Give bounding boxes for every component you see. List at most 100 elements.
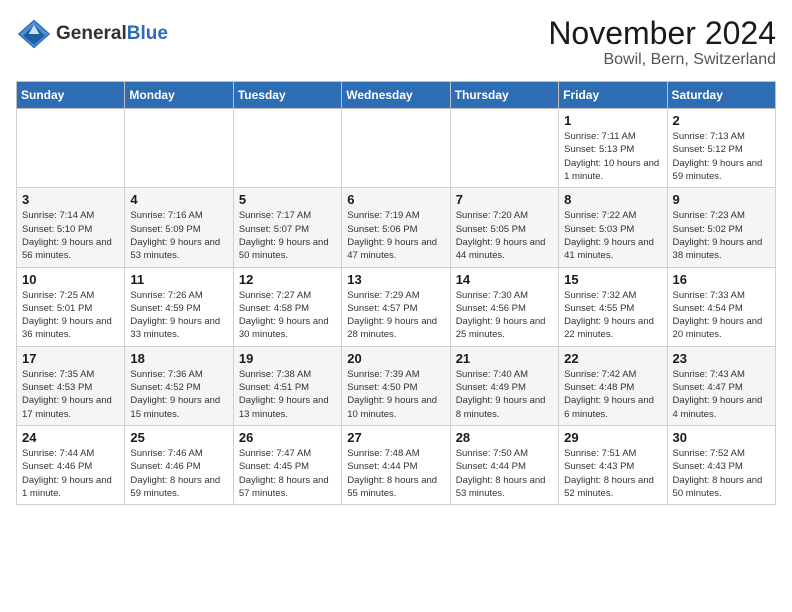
day-number: 21 bbox=[456, 351, 553, 366]
day-number: 4 bbox=[130, 192, 227, 207]
calendar-day-cell: 19 Sunrise: 7:38 AM Sunset: 4:51 PM Dayli… bbox=[233, 346, 341, 425]
logo-general: General bbox=[56, 23, 127, 44]
day-info: Sunrise: 7:29 AM Sunset: 4:57 PM Dayligh… bbox=[347, 289, 444, 342]
day-info: Sunrise: 7:46 AM Sunset: 4:46 PM Dayligh… bbox=[130, 447, 227, 500]
day-info: Sunrise: 7:19 AM Sunset: 5:06 PM Dayligh… bbox=[347, 209, 444, 262]
day-number: 29 bbox=[564, 430, 661, 445]
calendar-week-row: 24 Sunrise: 7:44 AM Sunset: 4:46 PM Dayli… bbox=[17, 425, 776, 504]
calendar-day-cell bbox=[17, 109, 125, 188]
day-number: 1 bbox=[564, 113, 661, 128]
calendar-day-cell: 20 Sunrise: 7:39 AM Sunset: 4:50 PM Dayli… bbox=[342, 346, 450, 425]
day-number: 8 bbox=[564, 192, 661, 207]
logo-blue: Blue bbox=[127, 23, 168, 44]
day-number: 20 bbox=[347, 351, 444, 366]
day-number: 27 bbox=[347, 430, 444, 445]
calendar-day-cell: 4 Sunrise: 7:16 AM Sunset: 5:09 PM Daylig… bbox=[125, 188, 233, 267]
day-info: Sunrise: 7:44 AM Sunset: 4:46 PM Dayligh… bbox=[22, 447, 119, 500]
calendar-day-cell: 8 Sunrise: 7:22 AM Sunset: 5:03 PM Daylig… bbox=[559, 188, 667, 267]
day-number: 2 bbox=[673, 113, 770, 128]
day-info: Sunrise: 7:42 AM Sunset: 4:48 PM Dayligh… bbox=[564, 368, 661, 421]
day-info: Sunrise: 7:48 AM Sunset: 4:44 PM Dayligh… bbox=[347, 447, 444, 500]
calendar-day-cell: 13Sunrise: 7:29 AM Sunset: 4:57 PM Dayli… bbox=[342, 267, 450, 346]
calendar-day-cell: 27 Sunrise: 7:48 AM Sunset: 4:44 PM Dayli… bbox=[342, 425, 450, 504]
day-info: Sunrise: 7:51 AM Sunset: 4:43 PM Dayligh… bbox=[564, 447, 661, 500]
day-info: Sunrise: 7:25 AM Sunset: 5:01 PM Dayligh… bbox=[22, 289, 119, 342]
day-info: Sunrise: 7:50 AM Sunset: 4:44 PM Dayligh… bbox=[456, 447, 553, 500]
weekday-header: Monday bbox=[125, 82, 233, 109]
day-info: Sunrise: 7:23 AM Sunset: 5:02 PM Dayligh… bbox=[673, 209, 770, 262]
day-info: Sunrise: 7:20 AM Sunset: 5:05 PM Dayligh… bbox=[456, 209, 553, 262]
weekday-header: Tuesday bbox=[233, 82, 341, 109]
day-info: Sunrise: 7:39 AM Sunset: 4:50 PM Dayligh… bbox=[347, 368, 444, 421]
day-info: Sunrise: 7:47 AM Sunset: 4:45 PM Dayligh… bbox=[239, 447, 336, 500]
day-number: 19 bbox=[239, 351, 336, 366]
calendar-day-cell: 7 Sunrise: 7:20 AM Sunset: 5:05 PM Daylig… bbox=[450, 188, 558, 267]
day-number: 14 bbox=[456, 272, 553, 287]
logo: GeneralBlue bbox=[16, 16, 168, 52]
calendar-day-cell: 11 Sunrise: 7:26 AM Sunset: 4:59 PM Dayli… bbox=[125, 267, 233, 346]
day-number: 3 bbox=[22, 192, 119, 207]
calendar-week-row: 1Sunrise: 7:11 AM Sunset: 5:13 PM Daylig… bbox=[17, 109, 776, 188]
calendar-day-cell: 18Sunrise: 7:36 AM Sunset: 4:52 PM Dayli… bbox=[125, 346, 233, 425]
calendar-header-row: SundayMondayTuesdayWednesdayThursdayFrid… bbox=[17, 82, 776, 109]
calendar-day-cell bbox=[125, 109, 233, 188]
day-info: Sunrise: 7:16 AM Sunset: 5:09 PM Dayligh… bbox=[130, 209, 227, 262]
calendar-day-cell: 15 Sunrise: 7:32 AM Sunset: 4:55 PM Dayli… bbox=[559, 267, 667, 346]
calendar-day-cell: 9 Sunrise: 7:23 AM Sunset: 5:02 PM Daylig… bbox=[667, 188, 775, 267]
day-info: Sunrise: 7:14 AM Sunset: 5:10 PM Dayligh… bbox=[22, 209, 119, 262]
calendar-day-cell: 23 Sunrise: 7:43 AM Sunset: 4:47 PM Dayli… bbox=[667, 346, 775, 425]
calendar-day-cell bbox=[450, 109, 558, 188]
calendar-day-cell bbox=[233, 109, 341, 188]
calendar-day-cell bbox=[342, 109, 450, 188]
calendar-day-cell: 3 Sunrise: 7:14 AM Sunset: 5:10 PM Daylig… bbox=[17, 188, 125, 267]
day-number: 16 bbox=[673, 272, 770, 287]
day-number: 26 bbox=[239, 430, 336, 445]
day-number: 24 bbox=[22, 430, 119, 445]
day-info: Sunrise: 7:36 AM Sunset: 4:52 PM Dayligh… bbox=[130, 368, 227, 421]
day-info: Sunrise: 7:38 AM Sunset: 4:51 PM Dayligh… bbox=[239, 368, 336, 421]
day-info: Sunrise: 7:17 AM Sunset: 5:07 PM Dayligh… bbox=[239, 209, 336, 262]
day-number: 25 bbox=[130, 430, 227, 445]
calendar-day-cell: 12Sunrise: 7:27 AM Sunset: 4:58 PM Dayli… bbox=[233, 267, 341, 346]
weekday-header: Sunday bbox=[17, 82, 125, 109]
weekday-header: Thursday bbox=[450, 82, 558, 109]
calendar-day-cell: 14 Sunrise: 7:30 AM Sunset: 4:56 PM Dayli… bbox=[450, 267, 558, 346]
day-number: 7 bbox=[456, 192, 553, 207]
calendar-day-cell: 24 Sunrise: 7:44 AM Sunset: 4:46 PM Dayli… bbox=[17, 425, 125, 504]
calendar-day-cell: 22 Sunrise: 7:42 AM Sunset: 4:48 PM Dayli… bbox=[559, 346, 667, 425]
calendar-day-cell: 21 Sunrise: 7:40 AM Sunset: 4:49 PM Dayli… bbox=[450, 346, 558, 425]
day-number: 10 bbox=[22, 272, 119, 287]
calendar-table: SundayMondayTuesdayWednesdayThursdayFrid… bbox=[16, 81, 776, 505]
logo-text: GeneralBlue bbox=[56, 24, 168, 45]
day-number: 9 bbox=[673, 192, 770, 207]
page-header: GeneralBlue November 2024 Bowil, Bern, S… bbox=[16, 16, 776, 69]
weekday-header: Friday bbox=[559, 82, 667, 109]
day-info: Sunrise: 7:43 AM Sunset: 4:47 PM Dayligh… bbox=[673, 368, 770, 421]
day-info: Sunrise: 7:26 AM Sunset: 4:59 PM Dayligh… bbox=[130, 289, 227, 342]
day-number: 17 bbox=[22, 351, 119, 366]
day-info: Sunrise: 7:27 AM Sunset: 4:58 PM Dayligh… bbox=[239, 289, 336, 342]
weekday-header: Saturday bbox=[667, 82, 775, 109]
day-number: 5 bbox=[239, 192, 336, 207]
day-info: Sunrise: 7:52 AM Sunset: 4:43 PM Dayligh… bbox=[673, 447, 770, 500]
calendar-day-cell: 16Sunrise: 7:33 AM Sunset: 4:54 PM Dayli… bbox=[667, 267, 775, 346]
day-info: Sunrise: 7:40 AM Sunset: 4:49 PM Dayligh… bbox=[456, 368, 553, 421]
calendar-day-cell: 2Sunrise: 7:13 AM Sunset: 5:12 PM Daylig… bbox=[667, 109, 775, 188]
day-number: 11 bbox=[130, 272, 227, 287]
day-number: 23 bbox=[673, 351, 770, 366]
day-info: Sunrise: 7:32 AM Sunset: 4:55 PM Dayligh… bbox=[564, 289, 661, 342]
calendar-week-row: 17Sunrise: 7:35 AM Sunset: 4:53 PM Dayli… bbox=[17, 346, 776, 425]
calendar-week-row: 10 Sunrise: 7:25 AM Sunset: 5:01 PM Dayli… bbox=[17, 267, 776, 346]
month-title: November 2024 bbox=[548, 16, 776, 51]
calendar-day-cell: 26 Sunrise: 7:47 AM Sunset: 4:45 PM Dayli… bbox=[233, 425, 341, 504]
day-number: 22 bbox=[564, 351, 661, 366]
day-info: Sunrise: 7:30 AM Sunset: 4:56 PM Dayligh… bbox=[456, 289, 553, 342]
weekday-header: Wednesday bbox=[342, 82, 450, 109]
location: Bowil, Bern, Switzerland bbox=[548, 51, 776, 69]
day-info: Sunrise: 7:22 AM Sunset: 5:03 PM Dayligh… bbox=[564, 209, 661, 262]
day-number: 15 bbox=[564, 272, 661, 287]
calendar-day-cell: 28 Sunrise: 7:50 AM Sunset: 4:44 PM Dayli… bbox=[450, 425, 558, 504]
calendar-day-cell: 25 Sunrise: 7:46 AM Sunset: 4:46 PM Dayli… bbox=[125, 425, 233, 504]
day-number: 6 bbox=[347, 192, 444, 207]
day-number: 28 bbox=[456, 430, 553, 445]
